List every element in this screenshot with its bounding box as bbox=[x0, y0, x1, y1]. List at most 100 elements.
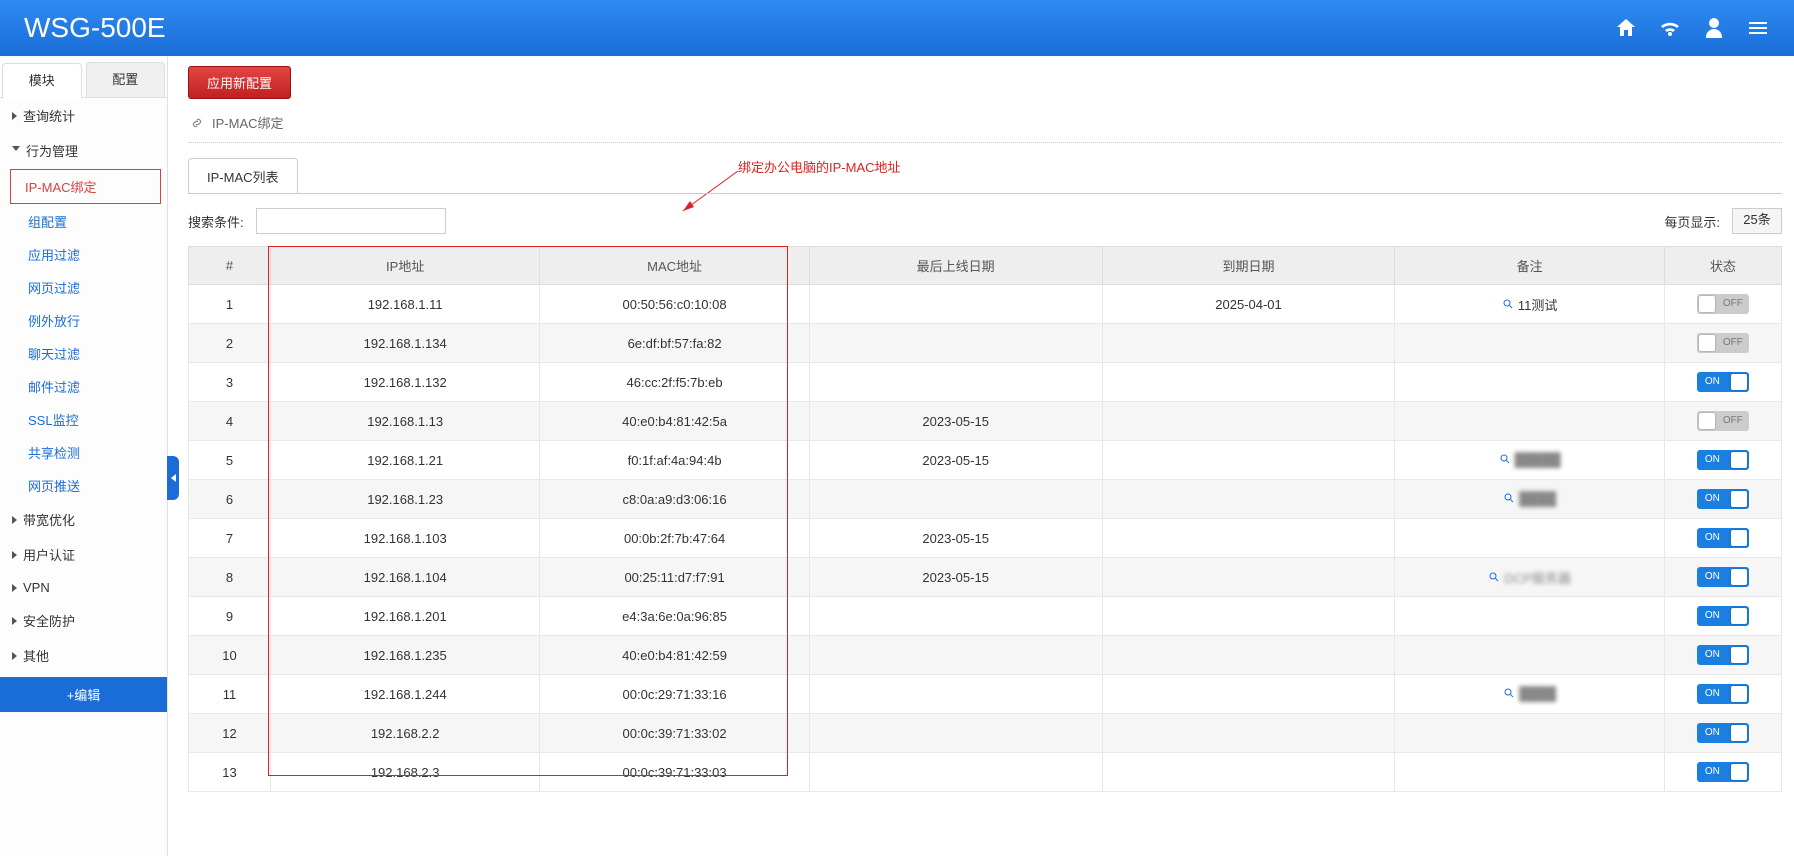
cell-remark[interactable] bbox=[1395, 324, 1664, 363]
nav-group-1[interactable]: 行为管理 bbox=[0, 133, 167, 168]
cell-ip: 192.168.1.244 bbox=[270, 675, 539, 714]
table-row: 3192.168.1.13246:cc:2f:f5:7b:ebON bbox=[189, 363, 1782, 402]
cell-state: OFF bbox=[1664, 285, 1781, 324]
sidebar-tab-module[interactable]: 模块 bbox=[2, 63, 82, 98]
nav-group-5[interactable]: 安全防护 bbox=[0, 603, 167, 638]
state-toggle[interactable]: ON bbox=[1697, 372, 1749, 392]
cell-last bbox=[809, 597, 1102, 636]
state-toggle[interactable]: ON bbox=[1697, 567, 1749, 587]
cell-last bbox=[809, 285, 1102, 324]
nav-item-8[interactable]: 共享检测 bbox=[4, 436, 167, 469]
home-icon[interactable] bbox=[1614, 16, 1638, 40]
cell-mac: 6e:df:bf:57:fa:82 bbox=[540, 324, 809, 363]
cell-remark[interactable] bbox=[1395, 519, 1664, 558]
nav-item-0[interactable]: IP-MAC绑定 bbox=[10, 169, 161, 204]
nav-item-7[interactable]: SSL监控 bbox=[4, 403, 167, 436]
cell-remark[interactable]: DCP服务器 bbox=[1395, 558, 1664, 597]
cell-remark[interactable] bbox=[1395, 714, 1664, 753]
cell-state: ON bbox=[1664, 519, 1781, 558]
remark-content[interactable]: DCP服务器 bbox=[1488, 568, 1570, 587]
sidebar-edit-button[interactable]: +编辑 bbox=[0, 677, 167, 712]
cell-expire bbox=[1102, 480, 1395, 519]
cell-expire bbox=[1102, 324, 1395, 363]
menu-icon[interactable] bbox=[1746, 16, 1770, 40]
state-toggle[interactable]: ON bbox=[1697, 450, 1749, 470]
state-toggle[interactable]: ON bbox=[1697, 723, 1749, 743]
nav-item-3[interactable]: 网页过滤 bbox=[4, 271, 167, 304]
nav-item-5[interactable]: 聊天过滤 bbox=[4, 337, 167, 370]
nav-group-label: 用户认证 bbox=[23, 545, 75, 564]
nav-item-4[interactable]: 例外放行 bbox=[4, 304, 167, 337]
cell-last: 2023-05-15 bbox=[809, 558, 1102, 597]
cell-expire bbox=[1102, 753, 1395, 792]
nav-item-2[interactable]: 应用过滤 bbox=[4, 238, 167, 271]
nav-group-6[interactable]: 其他 bbox=[0, 638, 167, 673]
remark-content[interactable]: █████ bbox=[1499, 452, 1561, 467]
wifi-icon[interactable] bbox=[1658, 16, 1682, 40]
cell-ip: 192.168.1.201 bbox=[270, 597, 539, 636]
cell-last: 2023-05-15 bbox=[809, 402, 1102, 441]
nav-group-3[interactable]: 用户认证 bbox=[0, 537, 167, 572]
user-icon[interactable] bbox=[1702, 16, 1726, 40]
sidebar-tab-config[interactable]: 配置 bbox=[86, 62, 166, 97]
nav-group-4[interactable]: VPN bbox=[0, 572, 167, 603]
cell-remark[interactable] bbox=[1395, 753, 1664, 792]
nav-group-2[interactable]: 带宽优化 bbox=[0, 502, 167, 537]
page-size-label: 每页显示: bbox=[1664, 212, 1720, 231]
topbar: WSG-500E bbox=[0, 0, 1794, 56]
cell-remark[interactable] bbox=[1395, 402, 1664, 441]
table-row: 11192.168.1.24400:0c:29:71:33:16████ON bbox=[189, 675, 1782, 714]
cell-ip: 192.168.1.103 bbox=[270, 519, 539, 558]
apply-config-button[interactable]: 应用新配置 bbox=[188, 66, 291, 99]
cell-expire bbox=[1102, 636, 1395, 675]
cell-expire bbox=[1102, 675, 1395, 714]
col-remark: 备注 bbox=[1395, 247, 1664, 285]
state-toggle[interactable]: OFF bbox=[1697, 333, 1749, 353]
state-toggle[interactable]: ON bbox=[1697, 606, 1749, 626]
cell-state: ON bbox=[1664, 441, 1781, 480]
state-toggle[interactable]: ON bbox=[1697, 489, 1749, 509]
table-row: 5192.168.1.21f0:1f:af:4a:94:4b2023-05-15… bbox=[189, 441, 1782, 480]
table-row: 7192.168.1.10300:0b:2f:7b:47:642023-05-1… bbox=[189, 519, 1782, 558]
nav-item-1[interactable]: 组配置 bbox=[4, 205, 167, 238]
cell-state: OFF bbox=[1664, 402, 1781, 441]
cell-state: ON bbox=[1664, 714, 1781, 753]
cell-remark[interactable]: ████ bbox=[1395, 675, 1664, 714]
nav-item-6[interactable]: 邮件过滤 bbox=[4, 370, 167, 403]
cell-ip: 192.168.1.11 bbox=[270, 285, 539, 324]
state-toggle[interactable]: OFF bbox=[1697, 411, 1749, 431]
cell-mac: 00:50:56:c0:10:08 bbox=[540, 285, 809, 324]
nav-group-0[interactable]: 查询统计 bbox=[0, 98, 167, 133]
nav-item-9[interactable]: 网页推送 bbox=[4, 469, 167, 502]
cell-remark[interactable]: 11测试 bbox=[1395, 285, 1664, 324]
cell-remark[interactable] bbox=[1395, 363, 1664, 402]
tab-ipmac-list[interactable]: IP-MAC列表 bbox=[188, 158, 298, 194]
nav-group-label: 其他 bbox=[23, 646, 49, 665]
cell-remark[interactable]: █████ bbox=[1395, 441, 1664, 480]
search-input[interactable] bbox=[256, 208, 446, 234]
cell-remark[interactable] bbox=[1395, 636, 1664, 675]
cell-state: ON bbox=[1664, 480, 1781, 519]
remark-content[interactable]: ████ bbox=[1503, 686, 1556, 701]
page-size-select[interactable]: 25条 bbox=[1732, 208, 1782, 234]
state-toggle[interactable]: OFF bbox=[1697, 294, 1749, 314]
state-toggle[interactable]: ON bbox=[1697, 762, 1749, 782]
state-toggle[interactable]: ON bbox=[1697, 528, 1749, 548]
state-toggle[interactable]: ON bbox=[1697, 645, 1749, 665]
cell-expire: 2025-04-01 bbox=[1102, 285, 1395, 324]
col-expire: 到期日期 bbox=[1102, 247, 1395, 285]
table-row: 10192.168.1.23540:e0:b4:81:42:59ON bbox=[189, 636, 1782, 675]
cell-last: 2023-05-15 bbox=[809, 519, 1102, 558]
sidebar-collapse-handle[interactable] bbox=[167, 456, 179, 500]
cell-mac: 00:0c:29:71:33:16 bbox=[540, 675, 809, 714]
nav-group-label: 带宽优化 bbox=[23, 510, 75, 529]
remark-content[interactable]: ████ bbox=[1503, 491, 1556, 506]
cell-remark[interactable] bbox=[1395, 597, 1664, 636]
state-toggle[interactable]: ON bbox=[1697, 684, 1749, 704]
remark-content[interactable]: 11测试 bbox=[1502, 295, 1558, 314]
cell-mac: 40:e0:b4:81:42:5a bbox=[540, 402, 809, 441]
table-row: 2192.168.1.1346e:df:bf:57:fa:82OFF bbox=[189, 324, 1782, 363]
cell-state: ON bbox=[1664, 558, 1781, 597]
cell-remark[interactable]: ████ bbox=[1395, 480, 1664, 519]
cell-last bbox=[809, 636, 1102, 675]
